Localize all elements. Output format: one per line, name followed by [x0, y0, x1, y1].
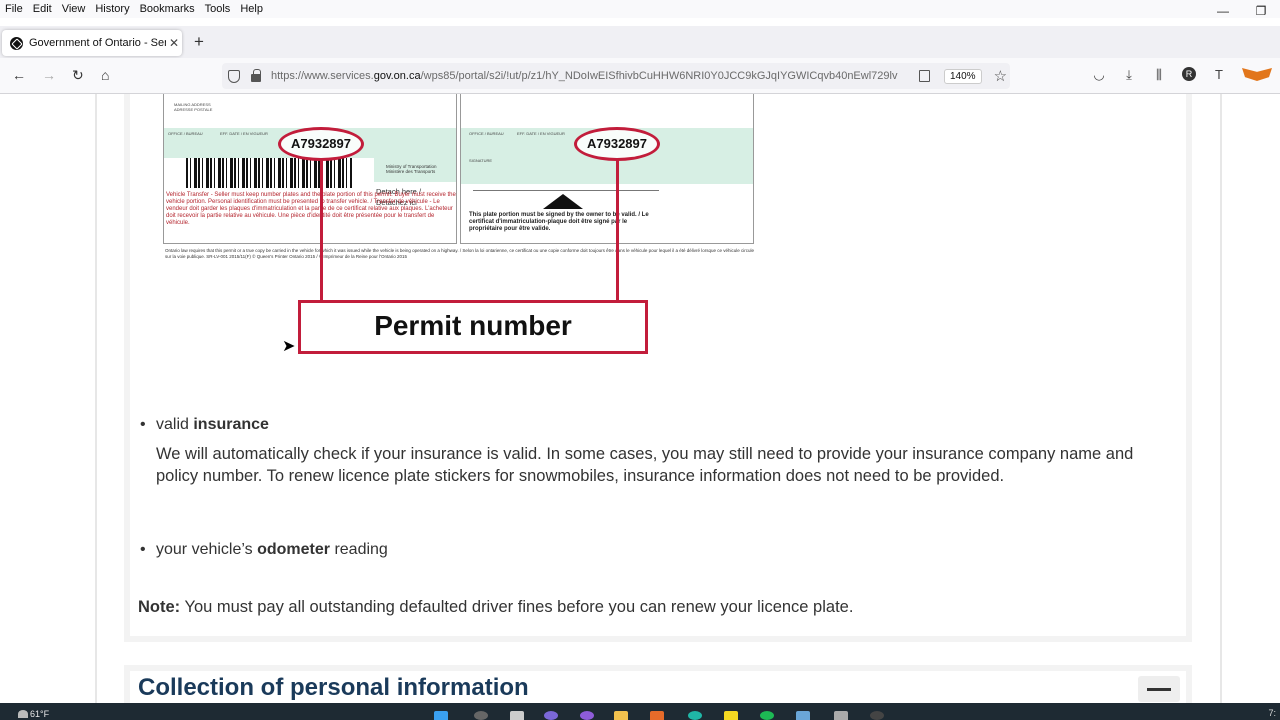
taskbar: 61°F 7:	[0, 703, 1280, 720]
chat-icon[interactable]	[544, 711, 558, 720]
collapse-button[interactable]	[1138, 676, 1180, 702]
firefox-icon[interactable]	[650, 711, 664, 720]
insurance-bullet: valid insurance	[140, 416, 269, 434]
zoom-level[interactable]: 140%	[944, 68, 982, 84]
permit-footnote: Ontario law requires that this permit or…	[165, 248, 754, 259]
pocket-icon[interactable]: ◡	[1084, 67, 1114, 83]
insurance-paragraph: We will automatically check if your insu…	[156, 445, 1134, 485]
menu-bar: File Edit View History Bookmarks Tools H…	[0, 0, 1280, 18]
file-explorer-icon[interactable]	[614, 711, 628, 720]
metamask-icon[interactable]	[1242, 68, 1272, 81]
close-tab-icon[interactable]: ✕	[166, 36, 182, 50]
eff-date-label-right: EFF. DATE / EN VIGUEUR	[517, 131, 565, 136]
mailing-label: MAILING ADDRESS ADRESSE POSTALE	[174, 102, 213, 112]
account-icon[interactable]: R	[1182, 67, 1196, 81]
ontario-favicon-icon	[10, 36, 23, 50]
signature-line	[473, 190, 659, 191]
library-icon[interactable]: ⫼	[1144, 67, 1174, 83]
minimize-button[interactable]: —	[1204, 0, 1242, 22]
right-gutter	[1220, 94, 1222, 703]
url-text[interactable]: https://www.services.gov.on.ca/wps85/por…	[271, 70, 911, 82]
callout-line-left	[320, 158, 323, 300]
app-icon[interactable]	[834, 711, 848, 720]
callout-line-right	[616, 158, 619, 300]
menu-help[interactable]: Help	[235, 3, 268, 15]
office-label-right: OFFICE / BUREAU	[469, 131, 504, 136]
eff-date-label: EFF. DATE / EN VIGUEUR	[220, 131, 268, 136]
reload-icon[interactable]: ↻	[72, 67, 84, 84]
lock-icon[interactable]	[251, 69, 261, 82]
url-bar[interactable]: https://www.services.gov.on.ca/wps85/por…	[222, 63, 1010, 89]
menu-history[interactable]: History	[90, 3, 134, 15]
back-icon[interactable]: ←	[12, 67, 26, 83]
menu-view[interactable]: View	[57, 3, 91, 15]
photos-icon[interactable]	[796, 711, 810, 720]
translate-icon[interactable]: T	[1204, 67, 1234, 83]
teams-icon[interactable]	[580, 711, 594, 720]
edge-icon[interactable]	[688, 711, 702, 720]
clock-app-icon[interactable]	[870, 711, 884, 720]
bookmark-star-icon[interactable]: ☆	[994, 67, 1007, 85]
barcode	[186, 158, 352, 188]
download-icon[interactable]: ⤓	[1114, 67, 1144, 83]
toolbar-right: ◡ ⤓ ⫼ R T	[1084, 67, 1280, 83]
reader-view-icon[interactable]	[919, 70, 930, 82]
tab-title: Government of Ontario - Servic	[29, 37, 166, 49]
search-icon[interactable]	[474, 711, 488, 720]
home-icon[interactable]: ⌂	[101, 67, 109, 83]
section-heading: Collection of personal information	[138, 674, 529, 701]
navigation-bar: ← → ↻ ⌂ https://www.services.gov.on.ca/w…	[0, 58, 1280, 94]
tracking-shield-icon[interactable]	[228, 69, 240, 83]
notes-icon[interactable]	[724, 711, 738, 720]
tab-bar: Government of Ontario - Servic ✕ +	[0, 26, 1280, 58]
system-clock[interactable]: 7:	[1268, 708, 1276, 718]
menu-edit[interactable]: Edit	[28, 3, 57, 15]
ministry-label: Ministry of Transportation Ministère des…	[386, 164, 437, 174]
spotify-icon[interactable]	[760, 711, 774, 720]
mouse-cursor-icon: ➤	[282, 338, 296, 355]
weather-icon[interactable]	[18, 710, 28, 718]
plate-triangle	[543, 194, 583, 209]
weather-text[interactable]: 61°F	[30, 709, 49, 719]
permit-number-oval-left: A7932897	[278, 127, 364, 161]
signature-label: SIGNATURE	[469, 158, 493, 163]
office-label: OFFICE / BUREAU	[168, 131, 203, 136]
window-controls: — ❐	[1204, 0, 1280, 22]
new-tab-button[interactable]: +	[194, 32, 204, 52]
fines-note: Note: You must pay all outstanding defau…	[138, 598, 854, 616]
permit-number-label: Permit number	[298, 300, 648, 354]
task-view-icon[interactable]	[510, 711, 524, 720]
forward-icon[interactable]: →	[42, 67, 56, 83]
plate-portion-text: This plate portion must be signed by the…	[469, 212, 649, 232]
permit-number-oval-right: A7932897	[574, 127, 660, 161]
permit-form-left: MAILING ADDRESS ADRESSE POSTALE OFFICE /…	[163, 94, 457, 244]
menu-file[interactable]: File	[0, 3, 28, 15]
odometer-bullet: your vehicle’s odometer reading	[140, 541, 388, 559]
menu-bookmarks[interactable]: Bookmarks	[135, 3, 200, 15]
permit-illustration: MAILING ADDRESS ADRESSE POSTALE OFFICE /…	[163, 94, 755, 356]
page-content: MAILING ADDRESS ADRESSE POSTALE OFFICE /…	[0, 94, 1280, 703]
start-icon[interactable]	[434, 711, 448, 720]
transfer-red-text: Vehicle Transfer - Seller must keep numb…	[166, 192, 456, 226]
menu-tools[interactable]: Tools	[200, 3, 236, 15]
left-gutter	[95, 94, 97, 703]
tab-ontario[interactable]: Government of Ontario - Servic ✕	[2, 30, 182, 56]
restore-button[interactable]: ❐	[1242, 0, 1280, 22]
